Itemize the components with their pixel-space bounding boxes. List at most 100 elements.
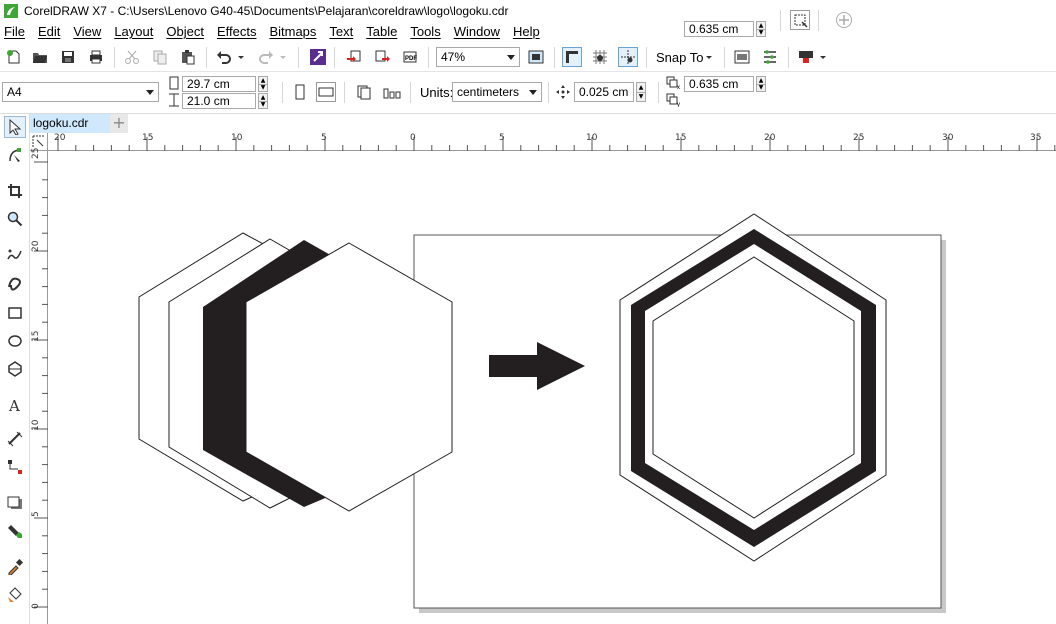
open-folder-icon[interactable] (30, 47, 50, 67)
interactive-fill-tool-icon[interactable] (4, 584, 26, 606)
parallel-dimension-tool-icon[interactable] (4, 428, 26, 450)
redo-icon[interactable] (256, 47, 276, 67)
toolbar-separator (428, 47, 429, 68)
menu-text[interactable]: Text (329, 24, 353, 39)
page-height-spinner[interactable]: ▲ ▼ (258, 93, 268, 109)
portrait-icon[interactable] (290, 82, 310, 102)
treat-as-filled-icon[interactable] (790, 10, 810, 30)
document-tab-logoku[interactable]: logoku.cdr (30, 114, 110, 133)
page-width-spinner[interactable]: ▲ ▼ (258, 76, 268, 92)
search-content-icon[interactable] (308, 47, 328, 67)
ruler-v-label-2: 15 (31, 330, 41, 342)
save-icon[interactable] (58, 47, 78, 67)
nudge-distance-input[interactable]: 0.025 cm (574, 82, 634, 102)
show-grid-icon[interactable] (590, 47, 610, 67)
options-icon[interactable] (760, 47, 780, 67)
publish-pdf-icon[interactable]: PDF (400, 47, 420, 67)
show-guidelines-icon[interactable] (618, 47, 638, 67)
menu-bitmaps[interactable]: Bitmaps (269, 24, 316, 39)
zoom-tool-icon[interactable] (4, 208, 26, 230)
landscape-icon[interactable] (316, 82, 336, 102)
menu-window[interactable]: Window (454, 24, 500, 39)
snap-to-chevron-down-icon[interactable] (704, 47, 714, 67)
toolbar-separator (114, 47, 115, 68)
paste-icon[interactable] (178, 47, 198, 67)
application-launcher-chevron-down-icon[interactable] (818, 47, 828, 67)
toolbar-separator (410, 82, 411, 103)
vertical-ruler[interactable]: 25 20 15 10 5 0 (30, 148, 48, 624)
text-tool-icon[interactable]: A (4, 394, 26, 416)
zoom-level-dropdown[interactable]: 47% (436, 47, 520, 67)
ruler-h-label-6: 10 (586, 133, 598, 143)
duplicate-y-spinner[interactable]: ▲ ▼ (756, 21, 766, 37)
nudge-distance-spinner[interactable]: ▲ ▼ (636, 82, 646, 102)
page-width-input[interactable]: 29.7 cm (182, 76, 256, 92)
units-dropdown[interactable]: centimeters (452, 82, 542, 102)
artistic-media-tool-icon[interactable] (4, 272, 26, 294)
menu-effects[interactable]: Effects (217, 24, 257, 39)
connector-tool-icon[interactable] (4, 456, 26, 478)
drawing-artwork (138, 213, 946, 613)
transparency-tool-icon[interactable] (4, 520, 26, 542)
pick-tool-icon[interactable] (4, 116, 26, 138)
drop-shadow-tool-icon[interactable] (4, 492, 26, 514)
menu-view[interactable]: View (73, 24, 101, 39)
toolbar-separator (334, 47, 335, 68)
import-icon[interactable] (344, 47, 364, 67)
svg-text:PDF: PDF (405, 56, 417, 62)
menu-help[interactable]: Help (513, 24, 540, 39)
chevron-down-icon (507, 55, 515, 60)
ruler-h-label-5: 5 (499, 133, 505, 143)
undo-dropdown-chevron-down-icon[interactable] (236, 47, 246, 67)
current-page-icon[interactable] (382, 82, 402, 102)
freehand-tool-icon[interactable] (4, 244, 26, 266)
duplicate-x-icon: x (666, 76, 682, 90)
rectangle-tool-icon[interactable] (4, 302, 26, 324)
menu-tools[interactable]: Tools (410, 24, 440, 39)
menu-edit[interactable]: Edit (38, 24, 60, 39)
show-rulers-icon[interactable] (562, 47, 582, 67)
all-pages-icon[interactable] (354, 82, 374, 102)
add-quick-customize-icon[interactable] (834, 10, 854, 30)
ellipse-tool-icon[interactable] (4, 330, 26, 352)
full-screen-preview-icon[interactable] (526, 47, 546, 67)
horizontal-ruler[interactable]: 20 15 10 5 0 5 10 15 20 25 30 35 (48, 133, 1056, 151)
polygon-tool-icon[interactable] (4, 358, 26, 380)
svg-text:x: x (677, 85, 680, 90)
menu-object[interactable]: Object (166, 24, 204, 39)
undo-icon[interactable] (214, 47, 234, 67)
title-bar: CorelDRAW X7 - C:\Users\Lenovo G40-45\Do… (0, 0, 1056, 21)
shape-tool-icon[interactable] (4, 144, 26, 166)
color-eyedropper-tool-icon[interactable] (4, 556, 26, 578)
cut-icon[interactable] (122, 47, 142, 67)
toolbar-separator (554, 47, 555, 68)
menu-table[interactable]: Table (366, 24, 397, 39)
application-launcher-icon[interactable] (796, 47, 816, 67)
redo-dropdown-chevron-down-icon[interactable] (278, 47, 288, 67)
page-height-input[interactable]: 21.0 cm (182, 93, 256, 109)
ruler-v-label-3: 10 (31, 419, 41, 431)
duplicate-y-icon: y (666, 93, 682, 107)
duplicate-x-input[interactable]: 0.635 cm (684, 76, 754, 92)
duplicate-y-input[interactable]: 0.635 cm (684, 21, 754, 37)
export-icon[interactable] (372, 47, 392, 67)
snap-to-button[interactable]: Snap To (656, 50, 703, 65)
crop-tool-icon[interactable] (4, 180, 26, 202)
menu-layout[interactable]: Layout (114, 24, 153, 39)
add-document-tab-plus-icon[interactable]: + (110, 114, 128, 133)
ruler-h-label-8: 20 (764, 133, 776, 143)
copy-icon[interactable] (150, 47, 170, 67)
duplicate-x-spinner[interactable]: ▲ ▼ (756, 76, 766, 92)
new-document-icon[interactable] (4, 47, 24, 67)
print-icon[interactable] (86, 47, 106, 67)
ruler-h-label-2: 10 (231, 133, 243, 143)
welcome-screen-icon[interactable] (732, 47, 752, 67)
drawing-canvas[interactable] (48, 151, 1056, 624)
ruler-h-label-9: 25 (853, 133, 865, 143)
menu-file[interactable]: File (4, 24, 25, 39)
page-height-icon (168, 93, 180, 107)
chevron-down-icon (529, 90, 537, 95)
ruler-v-label-1: 20 (31, 240, 41, 252)
page-size-dropdown[interactable]: A4 (2, 82, 159, 102)
toolbar-separator (818, 10, 819, 31)
